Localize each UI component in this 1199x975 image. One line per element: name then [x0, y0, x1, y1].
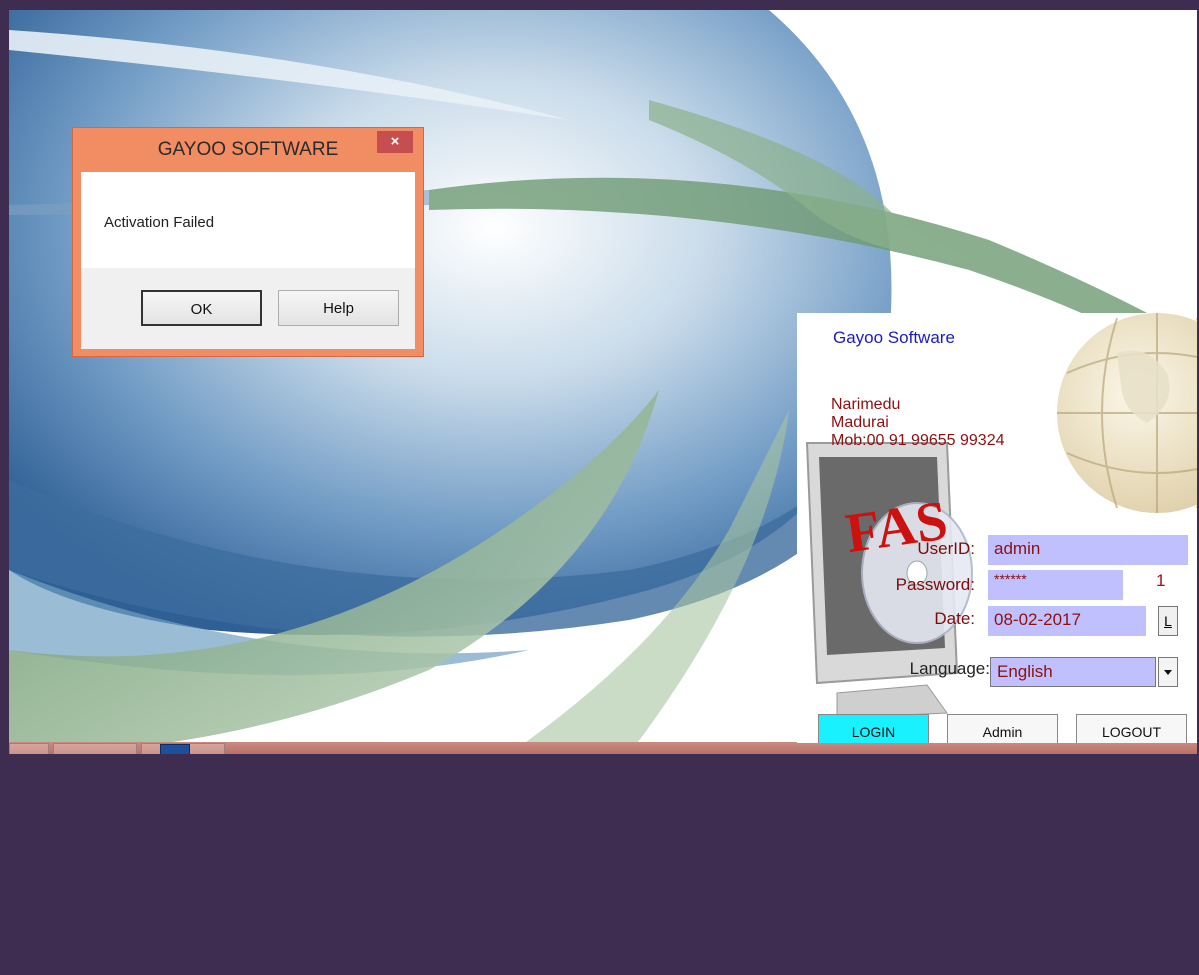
admin-button[interactable]: Admin: [947, 714, 1058, 743]
date-field[interactable]: 08-02-2017: [988, 606, 1146, 636]
password-field[interactable]: ******: [988, 570, 1123, 600]
userid-field[interactable]: admin: [988, 535, 1188, 565]
desktop-screen: GAYOO SOFTWARE × Activation Failed OK He…: [9, 10, 1197, 754]
help-button[interactable]: Help: [278, 290, 399, 326]
login-panel: FAS Gayoo Software Narimedu Madurai Mob:…: [797, 313, 1197, 743]
address-line: Madurai: [831, 414, 889, 431]
dialog-title: GAYOO SOFTWARE: [157, 139, 339, 160]
taskbar-button[interactable]: [141, 743, 225, 754]
close-icon[interactable]: ×: [377, 131, 413, 153]
dialog-body: Activation Failed: [81, 172, 415, 268]
dialog-message: Activation Failed: [104, 214, 215, 231]
date-lookup-button[interactable]: L: [1158, 606, 1178, 636]
app-icon: [160, 744, 190, 754]
address-line: Narimedu: [831, 396, 901, 413]
dropdown-arrow-icon[interactable]: [1158, 657, 1178, 687]
globe-icon: [1057, 313, 1197, 513]
ok-button[interactable]: OK: [141, 290, 262, 326]
logout-button[interactable]: LOGOUT: [1076, 714, 1187, 743]
userid-label: UserID:: [917, 539, 975, 558]
language-label: Language:: [909, 659, 990, 678]
taskbar-button[interactable]: [9, 743, 49, 754]
taskbar-button[interactable]: [53, 743, 137, 754]
attempt-count: 1: [1156, 571, 1166, 590]
password-label: Password:: [895, 575, 975, 594]
taskbar: [9, 742, 1197, 754]
language-select[interactable]: English: [990, 657, 1156, 687]
mobile-number: Mob:00 91 99655 99324: [831, 432, 1005, 449]
message-dialog: GAYOO SOFTWARE × Activation Failed OK He…: [73, 128, 423, 356]
date-label: Date:: [934, 609, 975, 628]
login-button[interactable]: LOGIN: [818, 714, 929, 743]
dialog-footer: OK Help: [81, 268, 415, 349]
company-name: Gayoo Software: [833, 328, 955, 347]
